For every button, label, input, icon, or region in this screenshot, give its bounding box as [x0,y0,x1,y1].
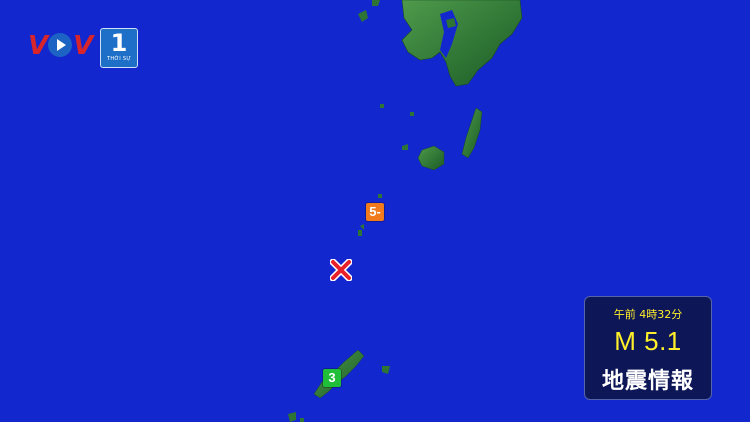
epicenter-cross-icon [330,259,352,281]
islet-c [378,194,382,198]
quake-magnitude: M 5.1 [614,326,682,356]
earthquake-info-panel: 午前 4時32分 M 5.1 地震情報 [584,296,712,400]
intensity-marker-5-minus: 5- [366,203,384,221]
channel-badge: 1 THỜI SỰ [100,28,138,68]
quake-time: 午前 4時32分 [613,308,683,321]
channel-subtitle: THỜI SỰ [106,56,131,62]
channel-number: 1 [110,29,128,57]
channel-logo: VV 1 THỜI SỰ [28,28,138,68]
islet-f [300,418,304,422]
info-title: 地震情報 [601,369,694,394]
islet-b [410,112,414,116]
vov-logo: VV [28,31,93,61]
intensity-marker-3: 3 [323,369,341,387]
islet-d [358,230,362,236]
play-icon [48,33,73,57]
islet-a [380,104,384,108]
